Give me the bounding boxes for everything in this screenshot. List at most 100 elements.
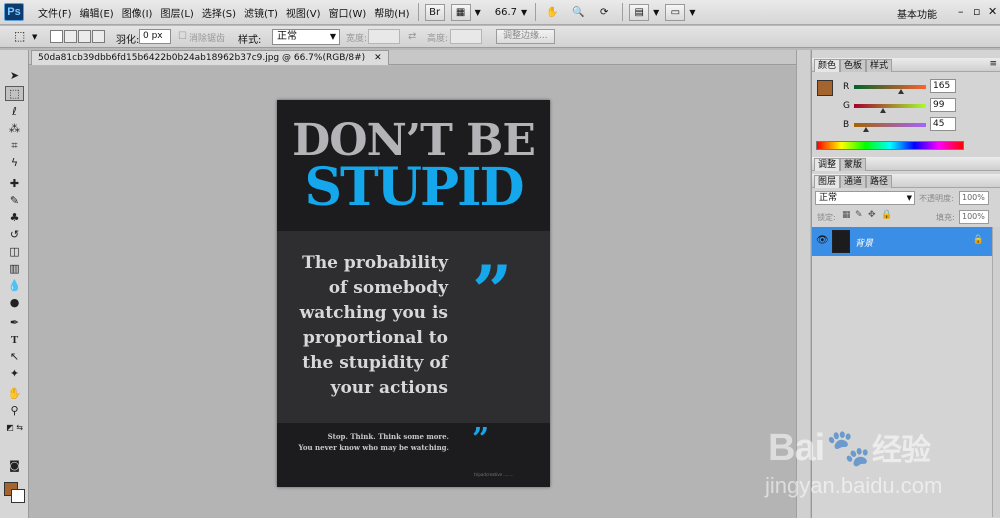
r-slider[interactable] [854,85,926,89]
menu-help[interactable]: 帮助(H) [374,5,409,20]
document-tab-title: 50da81cb39dbb6fd15b6422b0b24ab18962b37c9… [38,53,366,63]
restore-icon[interactable]: ▫ [973,5,980,18]
move-tool-icon[interactable]: ➤ [5,68,24,83]
dodge-tool-icon[interactable]: ● [5,295,24,310]
brush-tool-icon[interactable]: ✎ [5,193,24,208]
chevron-down-icon[interactable]: ▼ [653,8,659,17]
background-color-swatch[interactable] [11,489,25,503]
opacity-input[interactable]: 100% [959,191,989,205]
g-slider[interactable] [854,104,926,108]
magic-wand-icon[interactable]: ⁂ [5,121,24,136]
chevron-down-icon[interactable]: ▼ [689,8,695,17]
tab-masks[interactable]: 蒙版 [840,158,867,171]
tab-paths[interactable]: 路径 [866,175,893,188]
menu-edit[interactable]: 编辑(E) [80,5,114,20]
width-input[interactable] [368,29,400,44]
layers-scrollbar[interactable] [992,227,1000,517]
chevron-down-icon[interactable]: ▼ [32,33,37,41]
menu-image[interactable]: 图像(I) [122,5,153,20]
b-slider-knob[interactable] [863,127,869,132]
r-value-input[interactable]: 165 [930,79,956,93]
zoom-level[interactable]: 66.7 [495,7,517,18]
visibility-eye-icon[interactable]: 👁 [816,235,829,246]
feather-label: 羽化: [116,35,140,46]
antialias-checkbox[interactable]: ☐ [178,31,187,42]
quick-mask-icon[interactable]: ◙ [5,458,24,473]
g-slider-knob[interactable] [880,108,886,113]
tab-layers[interactable]: 图层 [814,175,841,188]
default-colors-icon[interactable]: ◩ ⇆ [5,420,24,435]
menu-file[interactable]: 文件(F) [38,5,72,20]
toolbar-divider [622,3,624,21]
workspace-switcher[interactable]: 基本功能 [897,6,937,21]
swap-icon[interactable]: ⇄ [408,31,416,42]
tab-channels[interactable]: 通道 [840,175,867,188]
layer-row-background[interactable]: 👁 背景 🔒 [812,227,992,256]
document-tab[interactable]: 50da81cb39dbb6fd15b6422b0b24ab18962b37c9… [31,50,389,65]
fill-input[interactable]: 100% [959,210,989,224]
refine-edge-button[interactable]: 调整边缘... [496,29,555,44]
add-selection-icon[interactable] [64,30,77,43]
menu-filter[interactable]: 滤镜(T) [244,5,278,20]
hand-tool-icon[interactable]: ✋ [542,4,562,21]
tab-color[interactable]: 颜色 [814,59,841,72]
lock-transparency-icon[interactable]: ▦ [842,210,851,220]
screen-mode-icon[interactable]: ▭ [665,3,686,21]
eyedropper-icon[interactable]: ϟ [5,155,24,170]
type-tool-icon[interactable]: T [5,332,24,347]
arrange-documents-icon[interactable]: ▤ [629,3,650,21]
chevron-down-icon[interactable]: ▼ [521,8,527,17]
new-selection-icon[interactable] [50,30,63,43]
lock-image-icon[interactable]: ✎ [855,210,863,220]
tab-swatches[interactable]: 色板 [840,59,867,72]
lasso-tool-icon[interactable]: ℓ [5,104,24,119]
zoom-tool-icon[interactable]: 🔍 [568,4,588,21]
gradient-tool-icon[interactable]: ▥ [5,261,24,276]
lock-position-icon[interactable]: ✥ [868,210,876,220]
shape-tool-icon[interactable]: ✦ [5,366,24,381]
history-brush-icon[interactable]: ↺ [5,227,24,242]
menu-select[interactable]: 选择(S) [202,5,236,20]
intersect-selection-icon[interactable] [92,30,105,43]
height-input[interactable] [450,29,482,44]
menu-view[interactable]: 视图(V) [286,5,321,20]
color-spectrum-bar[interactable] [816,141,964,150]
rotate-view-icon[interactable]: ⟳ [594,4,614,21]
menu-layer[interactable]: 图层(L) [160,5,193,20]
r-slider-knob[interactable] [898,89,904,94]
crop-tool-icon[interactable]: ⌗ [5,138,24,153]
minimize-icon[interactable]: – [958,5,964,18]
healing-brush-icon[interactable]: ✚ [5,176,24,191]
tab-adjustments[interactable]: 调整 [814,158,841,171]
marquee-tool-icon[interactable]: ⬚ [5,86,24,101]
close-icon[interactable]: ✕ [374,53,382,63]
bridge-icon[interactable]: Br [424,3,445,21]
close-icon[interactable]: ✕ [988,5,997,18]
blend-mode-select[interactable]: 正常 ▼ [815,191,915,205]
blur-tool-icon[interactable]: 💧 [5,278,24,293]
color-foreground-swatch[interactable] [817,80,833,96]
feather-input[interactable]: 0 px [139,29,171,44]
mini-bridge-icon[interactable]: ▦ [450,3,471,21]
path-selection-icon[interactable]: ↖ [5,349,24,364]
b-label: B [843,120,850,130]
photoshop-logo-icon[interactable]: Ps [4,3,24,21]
g-value-input[interactable]: 99 [930,98,956,112]
zoom-tool-icon[interactable]: ⚲ [5,403,24,418]
style-select[interactable]: 正常 ▼ [272,29,340,45]
chevron-down-icon[interactable]: ▼ [475,8,481,17]
poster-credit: tripadcreative ........ [474,472,514,477]
lock-all-icon[interactable]: 🔒 [881,210,892,220]
eraser-icon[interactable]: ◫ [5,244,24,259]
quote-mark-icon: ” [472,250,513,333]
pen-tool-icon[interactable]: ✒ [5,315,24,330]
menu-window[interactable]: 窗口(W) [329,5,367,20]
marquee-preset-icon[interactable]: ⬚ [14,29,25,43]
clone-stamp-icon[interactable]: ♣ [5,210,24,225]
hand-tool-icon[interactable]: ✋ [5,386,24,401]
lock-icon: 🔒 [972,235,984,245]
tab-styles[interactable]: 样式 [866,59,893,72]
b-value-input[interactable]: 45 [930,117,956,131]
subtract-selection-icon[interactable] [78,30,91,43]
panel-menu-icon[interactable]: ≡ [989,59,997,69]
